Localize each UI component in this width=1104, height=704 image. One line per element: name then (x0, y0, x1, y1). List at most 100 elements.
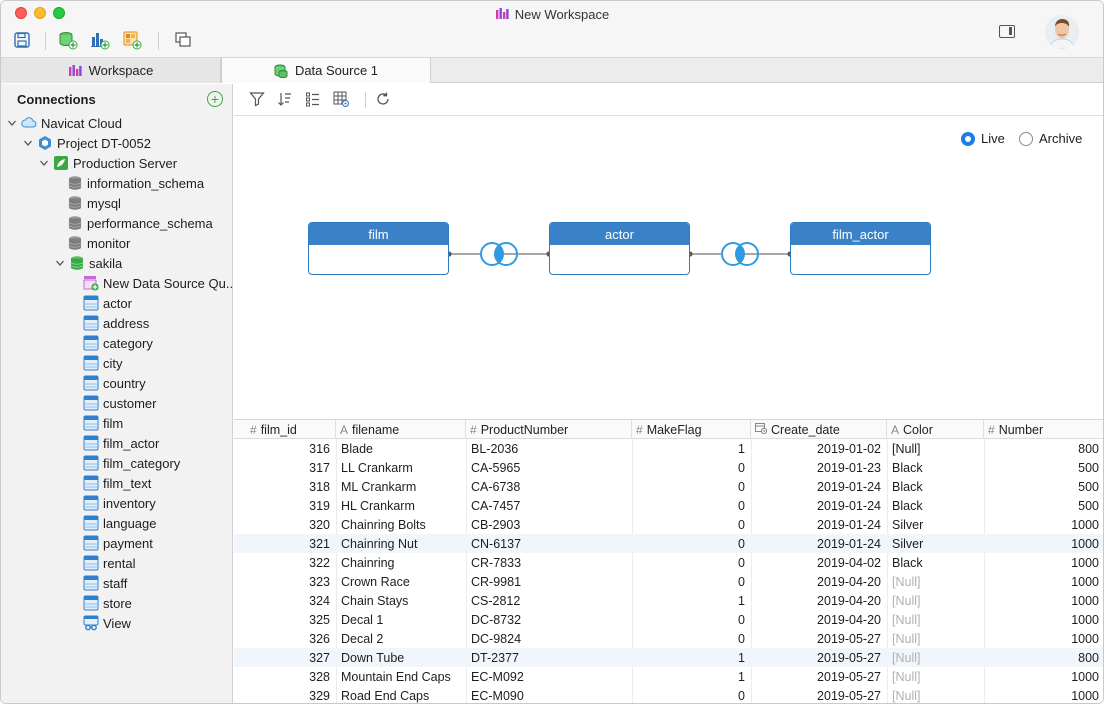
table-cell-color[interactable]: Black (892, 553, 981, 572)
inner-join-icon[interactable] (479, 241, 519, 267)
new-datasource-button[interactable] (57, 30, 79, 52)
table-cell-makeflag[interactable]: 1 (632, 667, 745, 686)
table-cell-create-date[interactable]: 2019-05-27 (751, 667, 881, 686)
tree-item-view[interactable]: View (83, 613, 131, 633)
table-cell-productnumber[interactable]: DC-8732 (471, 610, 629, 629)
filter-button[interactable] (247, 90, 267, 110)
table-cell-number[interactable]: 1000 (984, 610, 1099, 629)
table-row[interactable]: 321 Chainring Nut CN-6137 0 2019-01-24 Silver… (234, 534, 1103, 553)
tree-item-customer[interactable]: customer (83, 393, 156, 413)
tree-item-store[interactable]: store (83, 593, 132, 613)
table-cell-create-date[interactable]: 2019-01-24 (751, 496, 881, 515)
table-cell-create-date[interactable]: 2019-05-27 (751, 629, 881, 648)
tree-item-country[interactable]: country (83, 373, 146, 393)
table-cell-film-id[interactable]: 318 (246, 477, 330, 496)
table-row[interactable]: 325 Decal 1 DC-8732 0 2019-04-20 [Null] 1000 (234, 610, 1103, 629)
table-cell-color[interactable]: [Null] (892, 667, 981, 686)
table-row[interactable]: 327 Down Tube DT-2377 1 2019-05-27 [Null] 800 (234, 648, 1103, 667)
table-cell-productnumber[interactable]: CR-7833 (471, 553, 629, 572)
table-cell-makeflag[interactable]: 0 (632, 458, 745, 477)
tree-item-address[interactable]: address (83, 313, 149, 333)
table-cell-number[interactable]: 800 (984, 648, 1099, 667)
table-cell-filename[interactable]: LL Crankarm (341, 458, 463, 477)
table-cell-create-date[interactable]: 2019-01-24 (751, 477, 881, 496)
table-cell-makeflag[interactable]: 1 (632, 648, 745, 667)
table-cell-film-id[interactable]: 322 (246, 553, 330, 572)
table-cell-makeflag[interactable]: 0 (632, 629, 745, 648)
tree-item-project-dt-0052[interactable]: Project DT-0052 (23, 133, 151, 153)
table-cell-productnumber[interactable]: CR-9981 (471, 572, 629, 591)
column-header-filename[interactable]: Afilename (336, 420, 466, 439)
table-cell-number[interactable]: 500 (984, 458, 1099, 477)
table-row[interactable]: 322 Chainring CR-7833 0 2019-04-02 Black 1000 (234, 553, 1103, 572)
table-cell-makeflag[interactable]: 0 (632, 515, 745, 534)
table-cell-productnumber[interactable]: EC-M092 (471, 667, 629, 686)
tree-item-production-server[interactable]: Production Server (39, 153, 177, 173)
table-cell-film-id[interactable]: 324 (246, 591, 330, 610)
entity-film[interactable]: film (308, 222, 449, 275)
table-cell-productnumber[interactable]: DC-9824 (471, 629, 629, 648)
tree-item-staff[interactable]: staff (83, 573, 127, 593)
table-cell-filename[interactable]: Chainring Bolts (341, 515, 463, 534)
tree-item-mysql[interactable]: mysql (67, 193, 121, 213)
tree-item-category[interactable]: category (83, 333, 153, 353)
column-header-productnumber[interactable]: # ProductNumber (466, 420, 632, 439)
table-cell-number[interactable]: 1000 (984, 534, 1099, 553)
table-row[interactable]: 326 Decal 2 DC-9824 0 2019-05-27 [Null] 1000 (234, 629, 1103, 648)
table-row[interactable]: 317 LL Crankarm CA-5965 0 2019-01-23 Black 500 (234, 458, 1103, 477)
table-row[interactable]: 319 HL Crankarm CA-7457 0 2019-01-24 Black 500 (234, 496, 1103, 515)
table-cell-makeflag[interactable]: 0 (632, 534, 745, 553)
table-cell-film-id[interactable]: 328 (246, 667, 330, 686)
table-cell-productnumber[interactable]: EC-M090 (471, 686, 629, 703)
table-cell-number[interactable]: 1000 (984, 553, 1099, 572)
column-header-makeflag[interactable]: # MakeFlag (632, 420, 751, 439)
tree-item-monitor[interactable]: monitor (67, 233, 130, 253)
table-cell-film-id[interactable]: 326 (246, 629, 330, 648)
table-cell-number[interactable]: 1000 (984, 515, 1099, 534)
table-cell-filename[interactable]: Mountain End Caps (341, 667, 463, 686)
table-row[interactable]: 318 ML Crankarm CA-6738 0 2019-01-24 Black 500 (234, 477, 1103, 496)
tree-item-language[interactable]: language (83, 513, 157, 533)
table-cell-color[interactable]: [Null] (892, 629, 981, 648)
table-cell-create-date[interactable]: 2019-05-27 (751, 686, 881, 703)
tree-item-city[interactable]: city (83, 353, 123, 373)
table-cell-film-id[interactable]: 327 (246, 648, 330, 667)
entity-actor[interactable]: actor (549, 222, 690, 275)
table-cell-filename[interactable]: Chain Stays (341, 591, 463, 610)
table-cell-create-date[interactable]: 2019-01-02 (751, 439, 881, 458)
table-cell-number[interactable]: 1000 (984, 591, 1099, 610)
table-cell-productnumber[interactable]: CA-7457 (471, 496, 629, 515)
table-cell-productnumber[interactable]: CB-2903 (471, 515, 629, 534)
table-cell-number[interactable]: 1000 (984, 629, 1099, 648)
table-cell-create-date[interactable]: 2019-04-02 (751, 553, 881, 572)
table-row[interactable]: 320 Chainring Bolts CB-2903 0 2019-01-24 Silv… (234, 515, 1103, 534)
table-cell-color[interactable]: Silver (892, 515, 981, 534)
table-cell-number[interactable]: 500 (984, 477, 1099, 496)
table-cell-create-date[interactable]: 2019-04-20 (751, 610, 881, 629)
table-cell-create-date[interactable]: 2019-05-27 (751, 648, 881, 667)
table-cell-productnumber[interactable]: DT-2377 (471, 648, 629, 667)
table-cell-filename[interactable]: HL Crankarm (341, 496, 463, 515)
new-dashboard-button[interactable] (121, 30, 143, 52)
table-cell-create-date[interactable]: 2019-01-24 (751, 515, 881, 534)
column-header-number[interactable]: # Number (984, 420, 1103, 439)
tree-item-film[interactable]: film (83, 413, 123, 433)
refresh-button[interactable] (373, 90, 393, 110)
table-row[interactable]: 329 Road End Caps EC-M090 0 2019-05-27 [Null]… (234, 686, 1103, 703)
table-cell-productnumber[interactable]: CN-6137 (471, 534, 629, 553)
table-cell-number[interactable]: 1000 (984, 667, 1099, 686)
tree-item-navicat-cloud[interactable]: Navicat Cloud (7, 113, 122, 133)
chevron-down-icon[interactable] (55, 258, 65, 268)
table-cell-create-date[interactable]: 2019-01-24 (751, 534, 881, 553)
table-cell-filename[interactable]: Road End Caps (341, 686, 463, 703)
table-cell-color[interactable]: [Null] (892, 572, 981, 591)
tree-item-film-text[interactable]: film_text (83, 473, 151, 493)
table-cell-number[interactable]: 800 (984, 439, 1099, 458)
table-cell-filename[interactable]: ML Crankarm (341, 477, 463, 496)
table-cell-makeflag[interactable]: 0 (632, 477, 745, 496)
table-cell-film-id[interactable]: 320 (246, 515, 330, 534)
table-cell-color[interactable]: [Null] (892, 591, 981, 610)
table-cell-filename[interactable]: Down Tube (341, 648, 463, 667)
table-row[interactable]: 324 Chain Stays CS-2812 1 2019-04-20 [Null] 10… (234, 591, 1103, 610)
table-cell-makeflag[interactable]: 1 (632, 591, 745, 610)
